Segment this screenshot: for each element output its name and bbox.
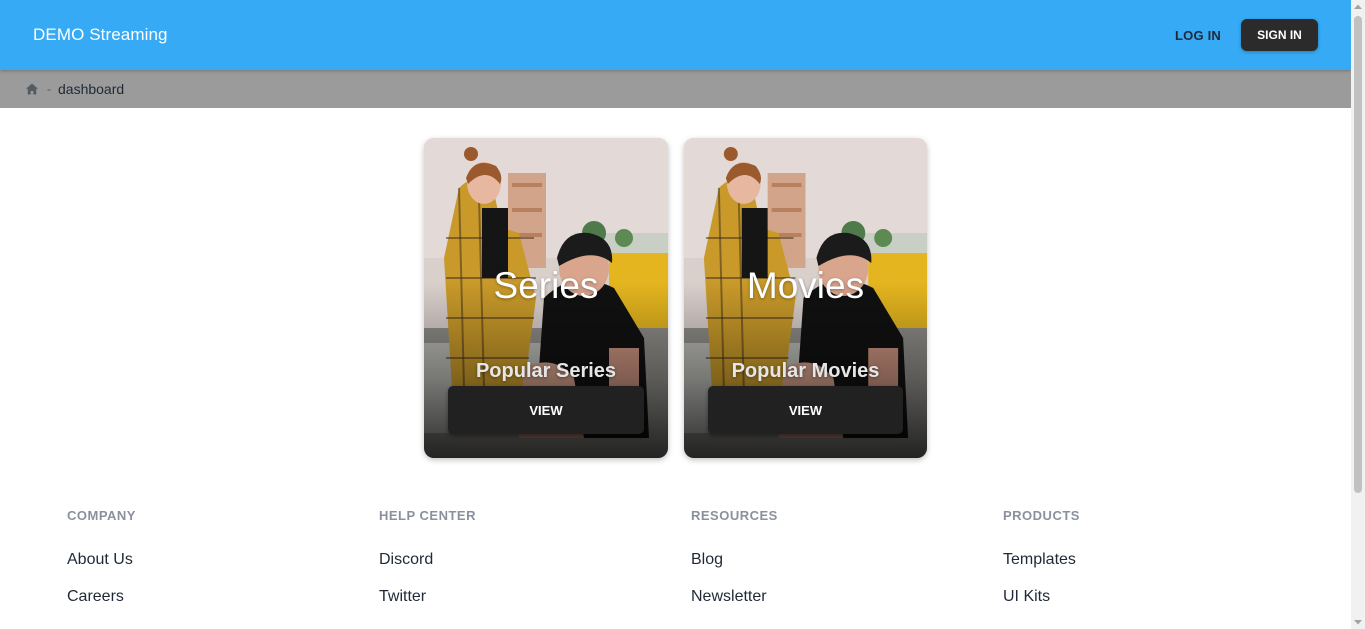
vertical-scrollbar[interactable] bbox=[1351, 0, 1365, 629]
header-actions: LOG IN SIGN IN bbox=[1175, 19, 1318, 51]
login-button[interactable]: LOG IN bbox=[1175, 28, 1221, 43]
browser-viewport: DEMO Streaming LOG IN SIGN IN - dashboar… bbox=[0, 0, 1365, 629]
footer-column-help-center: HELP CENTER Discord Twitter bbox=[379, 508, 476, 606]
footer-link-blog[interactable]: Blog bbox=[691, 551, 778, 569]
footer-heading: PRODUCTS bbox=[1003, 508, 1080, 523]
footer-heading: COMPANY bbox=[67, 508, 136, 523]
card-subtitle: Popular Movies bbox=[731, 360, 880, 382]
footer-link-templates[interactable]: Templates bbox=[1003, 551, 1080, 569]
card-subtitle: Popular Series bbox=[475, 360, 617, 382]
footer-link-twitter[interactable]: Twitter bbox=[379, 588, 476, 606]
breadcrumb-separator: - bbox=[47, 82, 51, 96]
card-title: Movies bbox=[746, 265, 865, 306]
breadcrumb: - dashboard bbox=[0, 70, 1351, 108]
footer-column-products: PRODUCTS Templates UI Kits bbox=[1003, 508, 1080, 606]
footer-column-company: COMPANY About Us Careers bbox=[67, 508, 136, 606]
footer-link-ui-kits[interactable]: UI Kits bbox=[1003, 588, 1080, 606]
view-series-button[interactable]: VIEW bbox=[448, 386, 644, 434]
footer-link-newsletter[interactable]: Newsletter bbox=[691, 588, 778, 606]
series-card[interactable]: Series Popular Series VIEW bbox=[424, 138, 668, 458]
scroll-down-arrow-icon[interactable] bbox=[1351, 615, 1365, 629]
home-icon[interactable] bbox=[25, 82, 39, 96]
footer-link-about-us[interactable]: About Us bbox=[67, 551, 136, 569]
view-movies-button[interactable]: VIEW bbox=[708, 386, 903, 434]
breadcrumb-current: dashboard bbox=[58, 81, 125, 97]
footer-heading: RESOURCES bbox=[691, 508, 778, 523]
scroll-up-arrow-icon[interactable] bbox=[1351, 0, 1365, 14]
signin-button[interactable]: SIGN IN bbox=[1241, 19, 1318, 51]
card-title: Series bbox=[493, 265, 599, 306]
footer-link-careers[interactable]: Careers bbox=[67, 588, 136, 606]
brand-title[interactable]: DEMO Streaming bbox=[33, 25, 168, 45]
top-navbar: DEMO Streaming LOG IN SIGN IN bbox=[0, 0, 1351, 70]
scrollbar-thumb[interactable] bbox=[1354, 16, 1362, 493]
movies-card[interactable]: Movies Popular Movies VIEW bbox=[684, 138, 927, 458]
footer-column-resources: RESOURCES Blog Newsletter bbox=[691, 508, 778, 606]
footer-heading: HELP CENTER bbox=[379, 508, 476, 523]
page: DEMO Streaming LOG IN SIGN IN - dashboar… bbox=[0, 0, 1351, 629]
footer-link-discord[interactable]: Discord bbox=[379, 551, 476, 569]
